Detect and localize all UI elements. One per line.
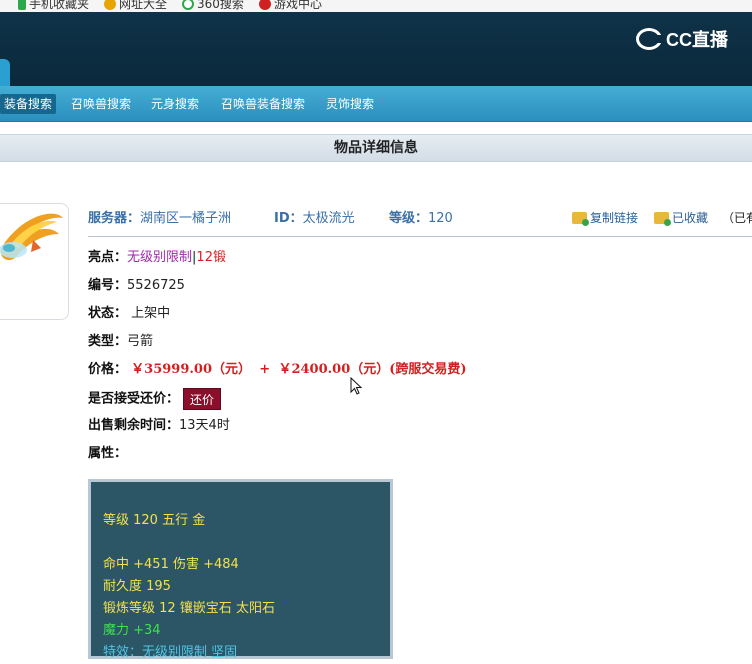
bookmark-game-center[interactable]: 游戏中心 [259,0,322,12]
server-info: 服务器：湖南区一橘子洲 [88,207,231,226]
bow-item-icon [0,213,63,261]
id-value: 太极流光 [302,211,355,226]
attr-forge-gem: 锻炼等级 12 镶嵌宝石 太阳石 [103,601,275,616]
status-row: 状态： 上架中 [88,304,170,324]
haggle-button[interactable]: 还价 [183,388,222,410]
bookmark-360-search[interactable]: 360搜索 [182,0,244,12]
mouse-cursor-icon [350,377,362,395]
nav-equipment-search[interactable]: 装备搜索 [0,94,57,114]
price-plus: + [259,362,271,377]
phone-icon [18,0,26,10]
type-label: 类型： [88,334,128,349]
attributes-row: 属性： [88,444,127,464]
bookmarks-bar: 手机收藏夹 网址大全 360搜索 游戏中心 [0,0,752,12]
bookmark-label: 360搜索 [197,0,244,11]
site-header: CC直播 [0,12,752,98]
attributes-box: 等级 120 五行 金 命中 +451 伤害 +484 耐久度 195 锻炼等级… [88,479,393,660]
star-icon [104,0,116,10]
nav-accessory-search[interactable]: 灵饰搜索 [322,94,378,114]
favorite-label: 已收藏 [672,211,709,225]
item-info-line: 服务器：湖南区一橘子洲 ID：太极流光 等级：120 复制链接 已收藏 （已有 [88,207,752,235]
attributes-label: 属性： [88,446,128,461]
level-info: 等级：120 [389,207,453,226]
nav-summon-search[interactable]: 召唤兽搜索 [67,94,135,114]
bookmark-label: 手机收藏夹 [29,0,90,11]
type-value: 弓箭 [127,334,154,349]
highlight-value-no-level: 无级别限制 [127,250,193,265]
highlight-value-forge: 12锻 [196,250,226,265]
remaining-label: 出售剩余时间： [88,418,180,433]
folder-icon [572,211,589,226]
number-label: 编号： [88,278,128,293]
search-nav: 装备搜索 召唤兽搜索 元身搜索 召唤兽装备搜索 灵饰搜索 [0,86,752,122]
bookmark-label: 网址大全 [119,0,168,11]
status-label: 状态： [88,306,128,321]
number-row: 编号：5526725 [88,276,185,296]
attr-hit-damage: 命中 +451 伤害 +484 [103,557,239,572]
price-value: ￥35999.00（元） [131,362,252,377]
bookmark-label: 游戏中心 [274,0,323,11]
haggle-row: 是否接受还价： 还价 [88,388,222,412]
level-value: 120 [428,211,453,226]
remaining-value: 13天4时 [179,418,230,433]
server-value: 湖南区一橘子洲 [140,211,232,226]
attr-spacer [103,532,378,554]
copy-link-label: 复制链接 [590,211,639,225]
price-row: 价格： ￥35999.00（元） + ￥2400.00（元）(跨服交易费) [88,360,467,380]
attr-durability: 耐久度 195 [103,579,171,594]
type-row: 类型：弓箭 [88,332,153,352]
attr-special-effect: 特效：无级别限制 坚固 [103,645,238,660]
price-label: 价格： [88,362,128,377]
remaining-time-row: 出售剩余时间：13天4时 [88,416,230,436]
copy-link-button[interactable]: 复制链接 [572,209,638,226]
haggle-label: 是否接受还价： [88,391,180,407]
seller-id-info: ID：太极流光 [274,207,355,226]
nav-summon-equipment-search[interactable]: 召唤兽装备搜索 [217,94,309,114]
level-label: 等级： [389,211,429,226]
item-image [0,203,69,320]
attr-level-element: 等级 120 五行 金 [103,513,206,528]
number-value: 5526725 [127,278,185,293]
cc-logo-icon [636,28,664,50]
favorite-folder-icon [654,211,671,226]
server-label: 服务器： [88,211,141,226]
highlight-row: 亮点：无级别限制|12锻 [88,248,226,268]
favorite-button[interactable]: 已收藏 [654,209,708,226]
bookmark-mobile-favorites[interactable]: 手机收藏夹 [18,0,89,12]
cross-server-fee: ￥2400.00（元）(跨服交易费) [278,362,467,377]
favorite-count-text: （已有 [722,211,752,225]
bookmark-site-directory[interactable]: 网址大全 [104,0,167,12]
page-title: 物品详细信息 [0,134,752,162]
logo-text: CC直播 [666,30,728,50]
info-divider [88,236,752,237]
nav-avatar-search[interactable]: 元身搜索 [147,94,203,114]
game-icon [259,0,271,10]
status-value: 上架中 [131,306,171,321]
highlight-label: 亮点： [88,250,128,265]
cc-live-logo: CC直播 [636,26,728,52]
id-label: ID： [274,211,303,226]
search-icon [182,0,194,10]
attr-magic: 魔力 +34 [103,623,161,638]
